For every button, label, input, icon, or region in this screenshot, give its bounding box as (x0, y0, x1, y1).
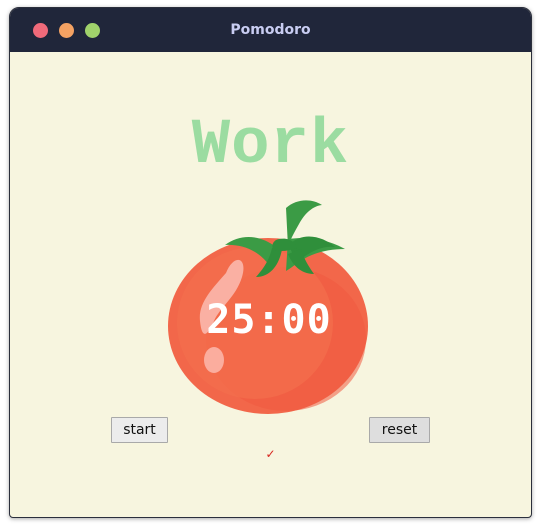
completed-sessions-checkmarks: ✓ (265, 447, 276, 461)
mode-label: Work (191, 110, 350, 182)
window-titlebar: Pomodoro (10, 8, 531, 52)
reset-button[interactable]: reset (369, 417, 430, 443)
timer-display: 25:00 (206, 297, 332, 343)
window-title: Pomodoro (230, 22, 311, 38)
start-button[interactable]: start (111, 417, 168, 443)
pomodoro-window: Pomodoro Work 25:00 start reset ✓ (9, 7, 532, 518)
